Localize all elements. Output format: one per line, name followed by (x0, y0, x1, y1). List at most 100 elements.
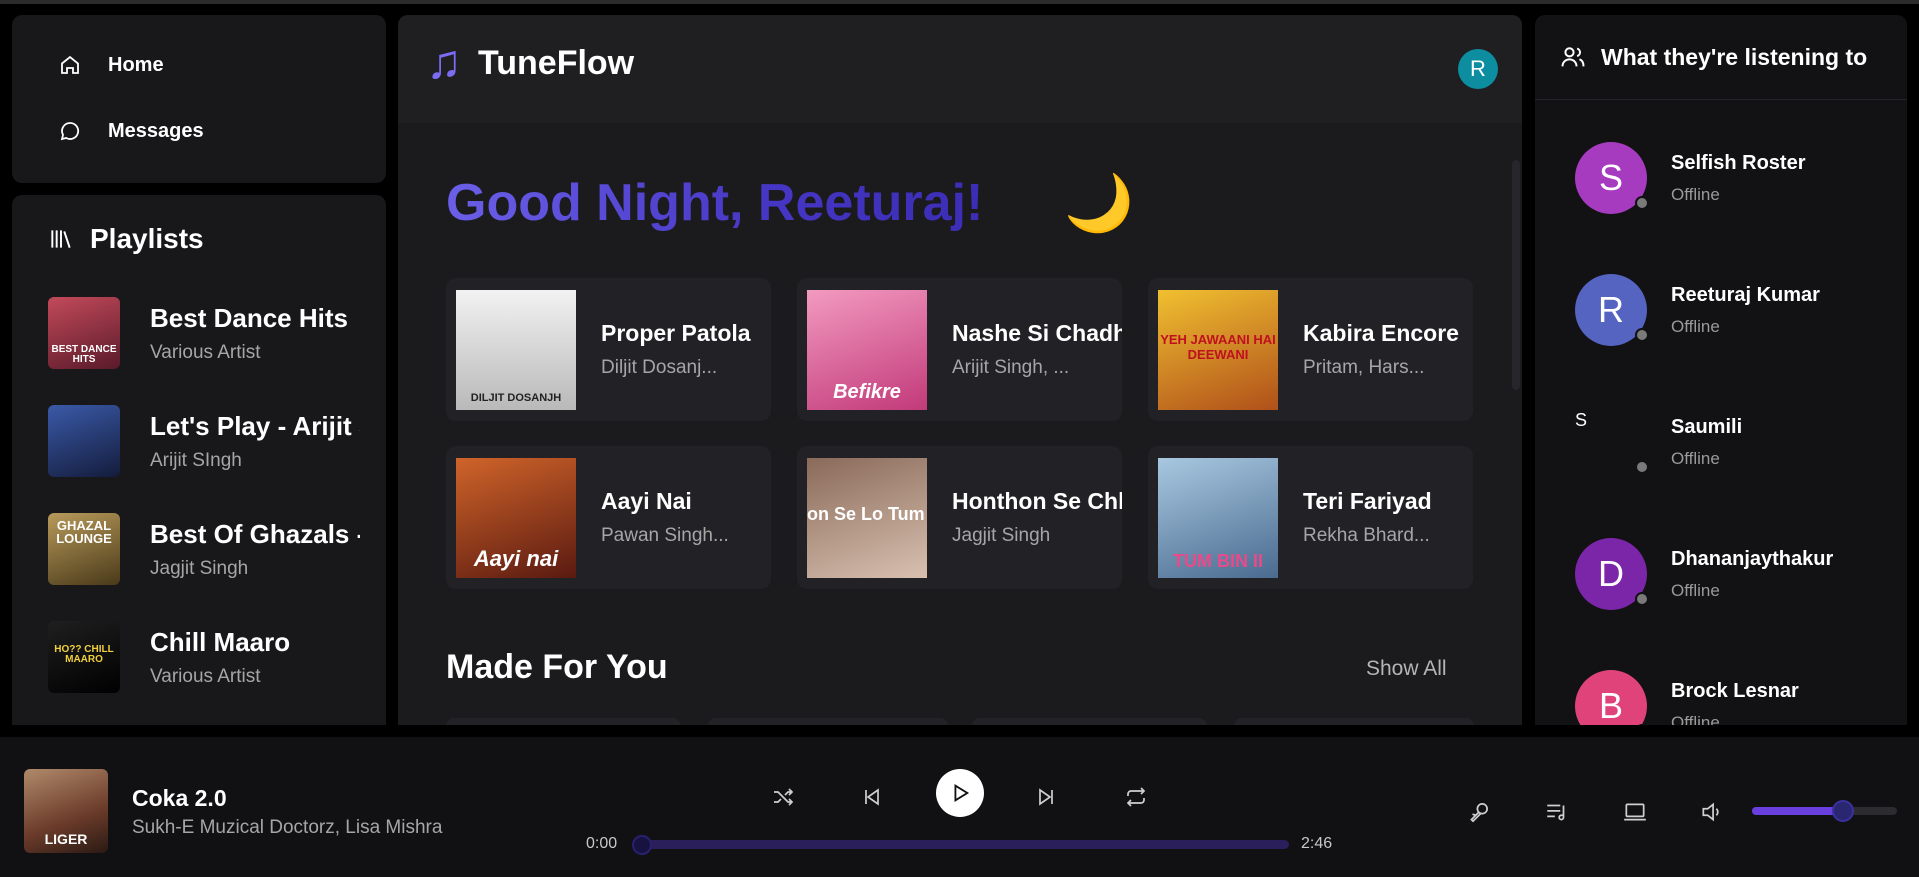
now-playing-title[interactable]: Coka 2.0 (132, 785, 227, 812)
users-icon (1561, 47, 1585, 67)
offline-status-dot (1635, 328, 1649, 342)
moon-icon: 🌙 (1064, 171, 1134, 234)
avatar-initial: D (1598, 553, 1624, 594)
friend-status: Offline (1671, 712, 1720, 726)
avatar-initial: S (1575, 410, 1588, 430)
repeat-button[interactable] (1116, 777, 1156, 817)
avatar: B (1575, 670, 1649, 725)
avatar-initial: R (1598, 289, 1624, 330)
user-avatar[interactable]: R (1458, 49, 1498, 89)
brand[interactable]: ♫ TuneFlow (426, 39, 634, 87)
playlists-panel: Playlists BEST DANCE HITS Best Dance Hit… (12, 195, 386, 725)
friend-item[interactable]: S Selfish Roster Offline (1575, 142, 1805, 214)
playlist-item[interactable]: BEST DANCE HITS Best Dance Hits Various A… (48, 297, 378, 369)
previous-icon (865, 788, 879, 806)
next-button[interactable] (1026, 777, 1066, 817)
recent-card[interactable]: Aayi nai Aayi Nai Pawan Singh... (446, 446, 771, 589)
nav-messages-label: Messages (108, 119, 204, 142)
card-title: Aayi Nai (601, 488, 692, 514)
avatar: D (1575, 538, 1649, 610)
show-all-link[interactable]: Show All (1366, 657, 1447, 681)
made-for-you-card[interactable] (446, 718, 681, 725)
card-artist: Arijit Singh, ... (952, 357, 1070, 378)
avatar-initial: S (1598, 157, 1623, 198)
card-art: DILJIT DOSANJH (456, 289, 576, 410)
queue-icon[interactable] (1544, 799, 1570, 825)
now-playing-artist[interactable]: Sukh-E Muzical Doctorz, Lisa Mishra (132, 817, 442, 839)
recent-card[interactable]: YEH JAWAANI HAI DEEWANI Kabira Encore Pri… (1148, 278, 1473, 421)
volume-slider[interactable] (1752, 807, 1897, 815)
recent-card[interactable]: Befikre Nashe Si Chadh Gayi Arijit Singh,… (797, 278, 1122, 421)
nav-panel: Home Messages (12, 15, 386, 183)
playlist-item[interactable]: GHAZAL LOUNGE Best Of Ghazals - Jagjit S… (48, 513, 378, 585)
home-icon (61, 55, 79, 74)
friend-status: Offline (1671, 448, 1720, 468)
card-artist: Pritam, Hars... (1303, 357, 1425, 378)
avatar-initial: B (1598, 685, 1623, 725)
playlist-art: GHAZAL LOUNGE (48, 513, 120, 585)
recent-card[interactable]: DILJIT DOSANJH Proper Patola Diljit Dosan… (446, 278, 771, 421)
friend-name: Brock Lesnar (1671, 679, 1799, 702)
library-icon (51, 230, 71, 248)
progress-bar[interactable] (642, 840, 1289, 849)
repeat-icon (1126, 787, 1146, 807)
now-playing-art[interactable]: LIGER (24, 769, 108, 853)
playlist-item[interactable]: HO?? CHILL MAARO Chill Maaro Various Arti… (48, 621, 378, 693)
offline-status-dot (1635, 196, 1649, 210)
card-art: Aayi nai (456, 457, 576, 578)
nav-messages[interactable]: Messages (58, 119, 204, 143)
recent-card[interactable]: on Se Lo Tum Honthon Se Chhoo Lo Tum Jagj… (797, 446, 1122, 589)
playlist-art (48, 405, 120, 477)
volume-handle[interactable] (1832, 800, 1855, 822)
card-art: on Se Lo Tum (807, 457, 927, 578)
play-icon (954, 784, 970, 802)
card-artist: Jagjit Singh (952, 525, 1051, 546)
made-for-you-card[interactable] (708, 718, 948, 725)
made-for-you-card[interactable] (1234, 718, 1474, 725)
friends-header: What they're listening to (1559, 43, 1867, 71)
lyrics-mic-icon[interactable] (1466, 799, 1492, 825)
player-bar: LIGER Coka 2.0 Sukh-E Muzical Doctorz, L… (0, 737, 1919, 877)
next-icon (1039, 788, 1053, 806)
nav-home[interactable]: Home (58, 53, 164, 77)
progress-handle[interactable] (632, 835, 652, 855)
shuffle-button[interactable] (763, 777, 803, 817)
playlist-title: Best Of Ghazals - Jagjit Singh (150, 518, 360, 549)
device-icon[interactable] (1622, 799, 1648, 825)
card-title: Honthon Se Chhoo Lo Tum (952, 488, 1122, 514)
volume-fill (1752, 807, 1844, 815)
duration: 2:46 (1301, 835, 1333, 852)
made-for-you-card[interactable] (972, 718, 1207, 725)
friend-item[interactable]: B Brock Lesnar Offline (1575, 670, 1799, 725)
card-title: Kabira Encore (1303, 320, 1459, 346)
playlist-subtitle: Various Artist (150, 341, 261, 363)
friend-name: Saumili (1671, 415, 1743, 438)
recent-card[interactable]: TUM BIN II Teri Fariyad Rekha Bhard... (1148, 446, 1473, 589)
avatar: S (1575, 406, 1649, 478)
playlist-subtitle: Jagjit Singh (150, 557, 249, 579)
card-art: Befikre (807, 289, 927, 410)
card-title: Teri Fariyad (1303, 488, 1432, 514)
playlist-item[interactable]: Let's Play - Arijit Singh Arijit SIngh (48, 405, 378, 477)
play-button[interactable] (936, 769, 984, 817)
playlist-subtitle: Arijit SIngh (150, 449, 242, 471)
playlist-art: BEST DANCE HITS (48, 297, 120, 369)
main-content: ♫ TuneFlow R Good Night, Reeturaj! 🌙 DIL… (398, 15, 1522, 725)
friend-item[interactable]: D Dhananjaythakur Offline (1575, 538, 1833, 610)
previous-button[interactable] (852, 777, 892, 817)
card-artist: Diljit Dosanj... (601, 357, 718, 378)
friend-item[interactable]: S Saumili Offline (1575, 406, 1742, 478)
friend-status: Offline (1671, 184, 1720, 204)
playlist-subtitle: Various Artist (150, 665, 261, 687)
playlists-title: Playlists (90, 223, 204, 254)
nav-home-label: Home (108, 53, 164, 76)
volume-icon[interactable] (1699, 799, 1725, 825)
main-scrollbar-thumb[interactable] (1512, 160, 1520, 390)
offline-status-dot (1635, 724, 1649, 725)
offline-status-dot (1635, 460, 1649, 474)
friend-item[interactable]: R Reeturaj Kumar Offline (1575, 274, 1820, 346)
card-title: Proper Patola (601, 320, 751, 346)
card-artist: Rekha Bhard... (1303, 525, 1430, 546)
message-icon (60, 122, 80, 141)
friend-name: Dhananjaythakur (1671, 547, 1834, 570)
